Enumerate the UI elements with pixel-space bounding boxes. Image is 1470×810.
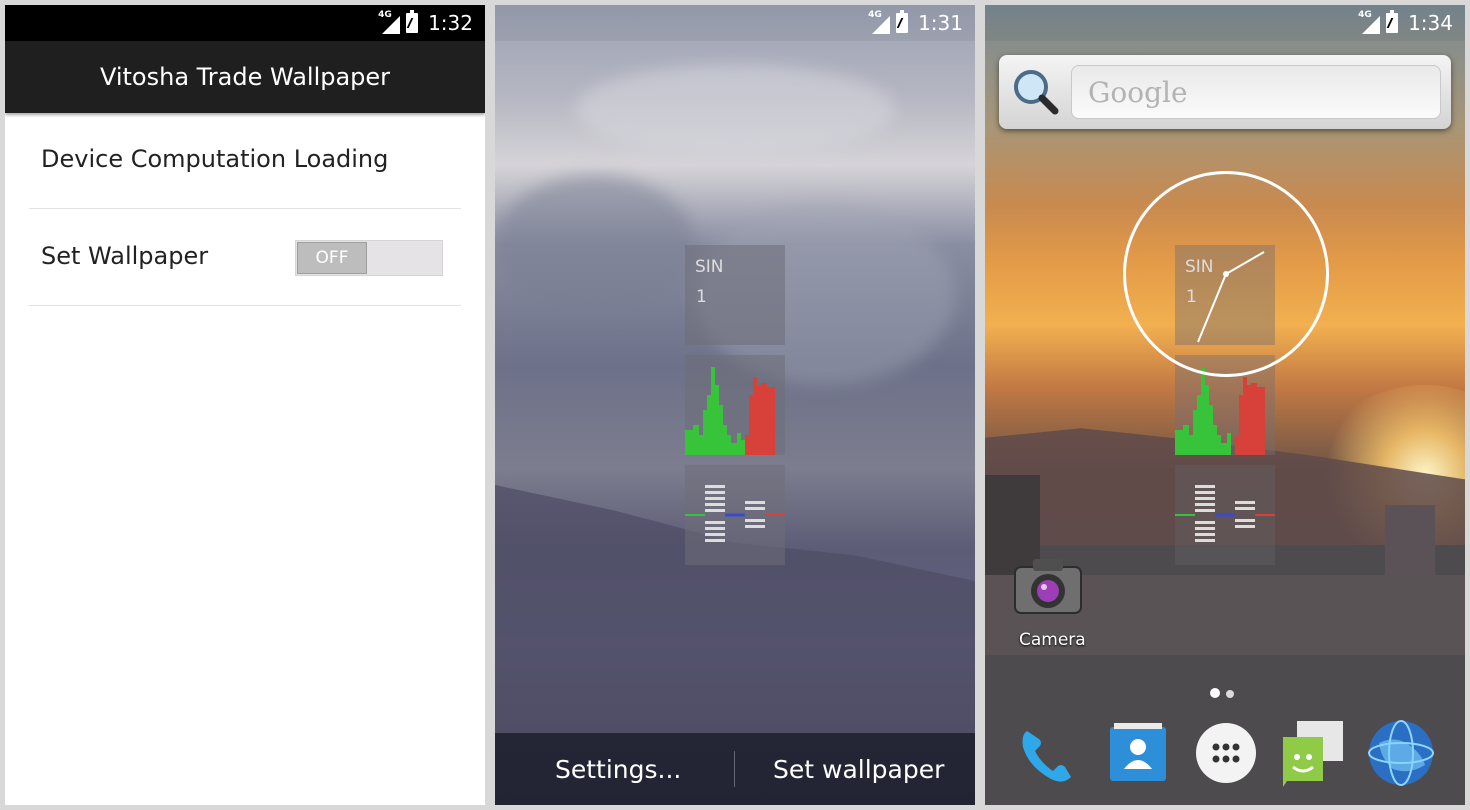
orderbook-panel <box>685 465 785 565</box>
signal-icon: 4G <box>868 10 891 34</box>
analog-clock-widget[interactable] <box>1123 171 1329 377</box>
pref-device-computation-loading[interactable]: Device Computation Loading <box>29 113 461 209</box>
orderbook-graphic <box>685 485 785 542</box>
histogram-graphic <box>685 367 775 455</box>
divider <box>734 751 735 787</box>
set-wallpaper-button[interactable]: Set wallpaper <box>773 755 944 784</box>
phone-icon[interactable] <box>1013 717 1085 789</box>
camera-icon <box>1014 559 1082 614</box>
browser-icon[interactable] <box>1365 717 1437 789</box>
search-icon[interactable] <box>1009 67 1061 119</box>
preview-screen: 4G 1:31 SIN 1 Settings... Set wallpaper <box>495 5 975 805</box>
battery-icon <box>406 10 419 33</box>
clock-hands <box>1197 251 1265 343</box>
status-time: 1:32 <box>428 11 473 35</box>
pref-label: Set Wallpaper <box>41 242 209 270</box>
settings-screen: 4G 1:32 Vitosha Trade Wallpaper Device C… <box>5 5 485 805</box>
page-indicator <box>1210 683 1240 702</box>
sin-value: 1 <box>696 287 707 307</box>
signal-icon: 4G <box>378 10 401 34</box>
pref-set-wallpaper[interactable]: Set Wallpaper OFF <box>29 210 461 306</box>
cloud <box>495 175 695 315</box>
app-drawer-icon[interactable] <box>1190 717 1262 789</box>
status-time: 1:31 <box>918 11 963 35</box>
status-bar: 4G 1:32 <box>5 5 485 41</box>
signal-icon: 4G <box>1358 10 1381 34</box>
set-wallpaper-toggle[interactable]: OFF <box>295 240 443 276</box>
battery-icon <box>896 10 909 33</box>
histogram-panel <box>685 355 785 455</box>
messaging-icon[interactable] <box>1277 717 1349 789</box>
app-title: Vitosha Trade Wallpaper <box>99 63 391 91</box>
contacts-icon[interactable] <box>1102 717 1174 789</box>
home-screen: 4G 1:34 Google SIN 1 Camera <box>985 5 1465 805</box>
orderbook-graphic <box>1175 485 1275 542</box>
battery-icon <box>1386 10 1399 33</box>
settings-button[interactable]: Settings... <box>555 755 681 784</box>
camera-label: Camera <box>1019 630 1086 650</box>
search-placeholder: Google <box>1088 76 1188 109</box>
action-bar: Vitosha Trade Wallpaper <box>5 41 485 113</box>
sin-panel: SIN 1 <box>685 245 785 345</box>
search-input[interactable]: Google <box>1071 65 1441 119</box>
toggle-knob: OFF <box>297 242 367 274</box>
cloud <box>575 65 895 155</box>
google-search-widget[interactable]: Google <box>999 55 1451 129</box>
camera-shortcut[interactable]: Camera <box>1013 555 1086 650</box>
status-time: 1:34 <box>1408 11 1453 35</box>
orderbook-panel <box>1175 465 1275 565</box>
pref-label: Device Computation Loading <box>41 145 389 173</box>
sin-label: SIN <box>695 257 724 277</box>
status-bar: 4G 1:31 <box>495 5 975 41</box>
preview-action-bar: Settings... Set wallpaper <box>495 733 975 805</box>
status-bar: 4G 1:34 <box>985 5 1465 41</box>
